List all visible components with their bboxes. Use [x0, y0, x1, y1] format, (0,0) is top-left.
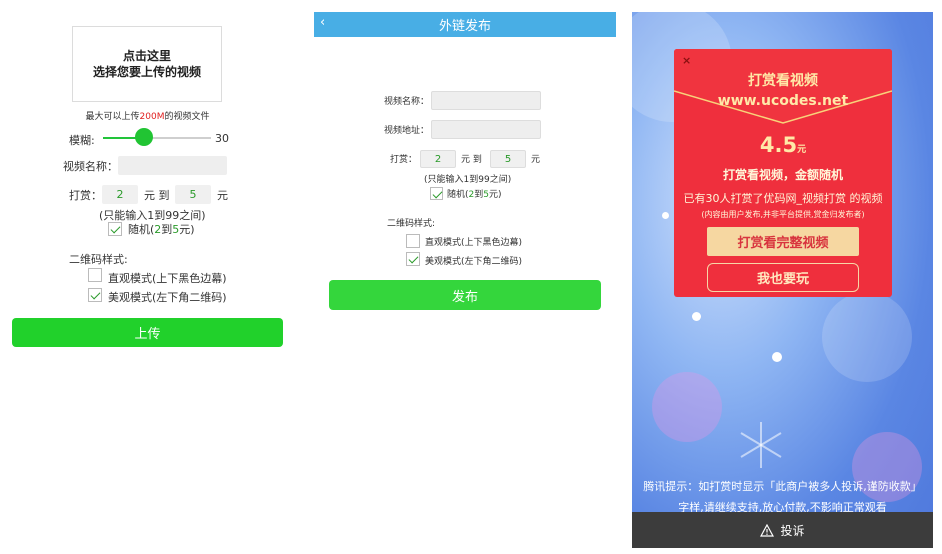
blur-label: 模糊:	[69, 134, 95, 147]
tip-line-1: 腾讯提示：如打赏时显示「此商户被多人投诉,谨防收款」	[643, 480, 922, 493]
reward-card: × 打赏看视频 www.ucodes.net 4.5元 打赏看视频，金额随机 已…	[674, 49, 892, 297]
upload-line-2: 选择您要上传的视频	[92, 65, 201, 79]
amount-unit: 元	[797, 145, 807, 155]
mode2-checkbox[interactable]	[406, 252, 420, 266]
reward-max-input[interactable]: 5	[175, 185, 211, 204]
blur-value: 30	[215, 132, 229, 145]
max-size: 200M	[139, 112, 165, 122]
chevron-left-icon[interactable]: ‹	[320, 15, 325, 30]
mode2-label: 美观模式(左下角二维码)	[108, 291, 227, 304]
watch-full-video-button[interactable]: 打赏看完整视频	[707, 227, 859, 256]
reward-label: 打赏：	[69, 189, 102, 202]
card-title: 打赏看视频 www.ucodes.net	[674, 71, 892, 111]
card-title-2: www.ucodes.net	[717, 93, 849, 109]
mode1-checkbox[interactable]	[406, 234, 420, 248]
upload-panel: 点击这里 选择您要上传的视频 最大可以上传200M的视频文件 模糊: 30 视频…	[0, 0, 300, 554]
random-suffix: 元)	[489, 190, 502, 200]
mode2-label: 美观模式(左下角二维码)	[425, 257, 523, 267]
video-url-label: 视频地址：	[384, 126, 430, 136]
report-label: 投诉	[780, 523, 805, 538]
reward-unit: 元	[217, 189, 228, 202]
card-line-2: 已有30人打赏了优码网_视频打赏 的视频	[683, 192, 883, 205]
random-mid: 到	[161, 223, 173, 236]
report-bar[interactable]: 投诉	[632, 512, 933, 548]
reward-label: 打赏：	[390, 155, 418, 165]
random-mid: 到	[474, 190, 484, 200]
reward-hint: (只能输入1到99之间)	[424, 175, 512, 185]
max-note-prefix: 最大可以上传	[85, 112, 140, 122]
mode1-label: 直观模式(上下黑色边幕)	[425, 238, 523, 248]
close-icon[interactable]: ×	[682, 54, 691, 67]
random-prefix: 随机(	[447, 190, 469, 200]
reward-max-input[interactable]: 5	[490, 150, 526, 168]
qr-style-title: 二维码样式:	[69, 253, 128, 266]
blur-slider-thumb[interactable]	[135, 128, 154, 146]
publish-button[interactable]: 发布	[329, 280, 601, 310]
reward-video-preview: × 打赏看视频 www.ucodes.net 4.5元 打赏看视频，金额随机 已…	[632, 12, 933, 548]
upload-video-box[interactable]: 点击这里 选择您要上传的视频	[72, 26, 222, 102]
video-name-input[interactable]	[431, 91, 541, 110]
mode1-label: 直观模式(上下黑色边幕)	[108, 272, 227, 285]
max-note-suffix: 的视频文件	[164, 112, 210, 122]
video-name-label: 视频名称：	[384, 97, 430, 107]
video-name-label: 视频名称：	[63, 160, 118, 173]
header-bar: ‹ 外链发布	[314, 12, 616, 37]
random-checkbox[interactable]	[108, 222, 122, 236]
random-label: 随机(2到5元)	[128, 221, 195, 237]
bokeh-light	[662, 212, 669, 219]
random-checkbox[interactable]	[430, 187, 443, 200]
bokeh-light	[772, 352, 782, 362]
bokeh-light	[692, 312, 701, 321]
external-link-panel: ‹ 外链发布 视频名称： 视频地址： 打赏： 2 元 到 5 元 (只能输入1到…	[314, 12, 616, 312]
reward-to-label: 元 到	[144, 189, 170, 202]
upload-button[interactable]: 上传	[12, 318, 283, 347]
card-line-1: 打赏看视频，金额随机	[722, 168, 843, 182]
blur-slider-track[interactable]	[103, 137, 211, 139]
reward-min-input[interactable]: 2	[420, 150, 456, 168]
random-label: 随机(2到5元)	[447, 187, 502, 200]
reward-min-input[interactable]: 2	[102, 185, 138, 204]
mode1-checkbox[interactable]	[88, 268, 102, 282]
page-title: 外链发布	[438, 19, 491, 34]
max-size-note: 最大可以上传200M的视频文件	[0, 109, 295, 122]
random-suffix: 元)	[179, 223, 195, 236]
card-title-1: 打赏看视频	[748, 73, 818, 89]
qr-style-title: 二维码样式:	[387, 219, 436, 229]
upload-line-1: 点击这里	[122, 49, 171, 63]
amount-value: 4.5	[759, 133, 798, 157]
reward-amount: 4.5元	[674, 133, 892, 157]
bokeh-light	[652, 372, 722, 442]
card-line-3: (内容由用户发布,并非平台提供,赏金归发布者)	[701, 210, 865, 219]
i-want-to-play-button[interactable]: 我也要玩	[707, 263, 859, 292]
snowflake-icon	[740, 422, 782, 468]
random-prefix: 随机(	[128, 223, 155, 236]
reward-to-label: 元 到	[461, 155, 482, 165]
reward-unit: 元	[531, 155, 541, 165]
video-name-input[interactable]	[118, 156, 227, 175]
video-url-input[interactable]	[431, 120, 541, 139]
mode2-checkbox[interactable]	[88, 288, 102, 302]
warning-icon	[760, 523, 775, 537]
bokeh-light	[822, 292, 912, 382]
